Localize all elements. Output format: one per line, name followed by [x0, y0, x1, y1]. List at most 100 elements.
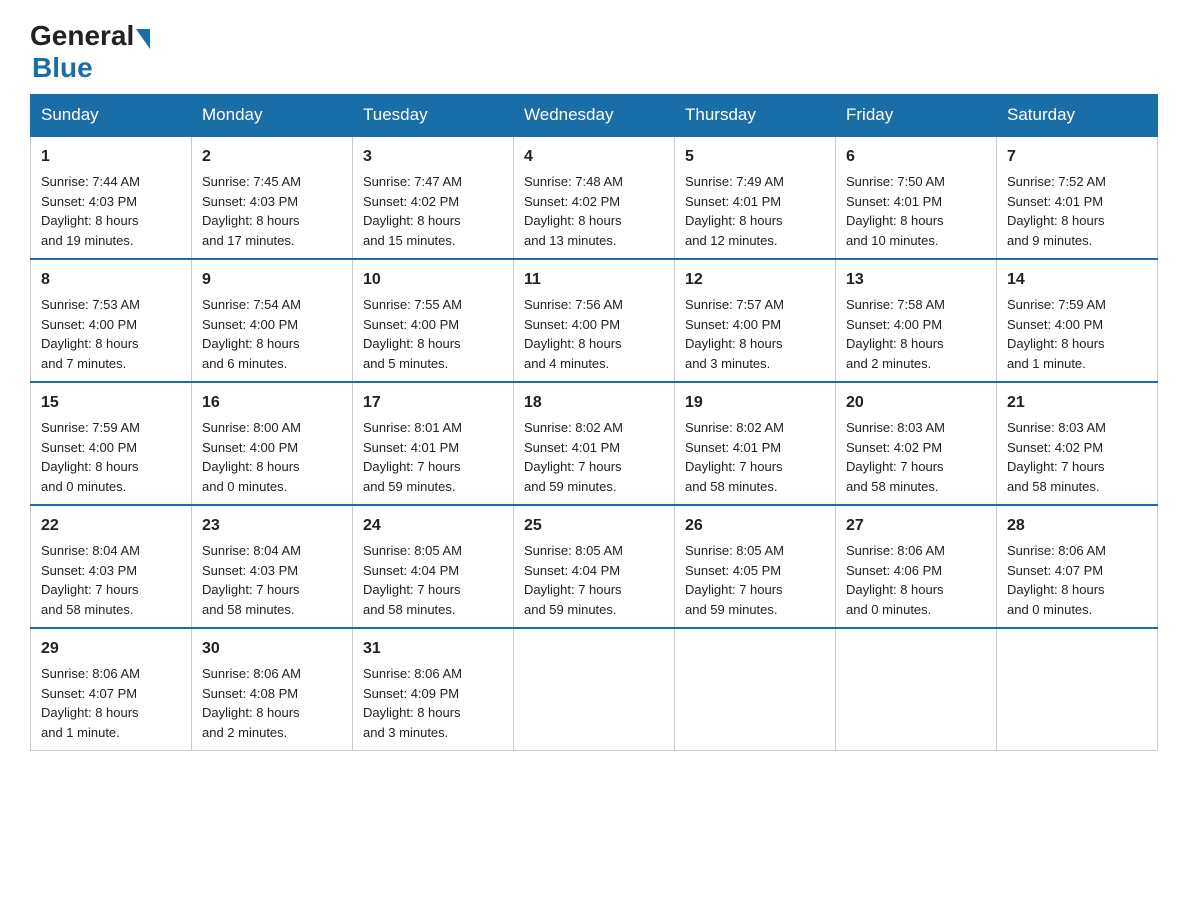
logo-blue-text: Blue — [32, 52, 93, 84]
calendar-day-cell — [514, 628, 675, 751]
day-number: 18 — [524, 391, 664, 415]
calendar-day-cell: 31 Sunrise: 8:06 AMSunset: 4:09 PMDaylig… — [353, 628, 514, 751]
day-info: Sunrise: 7:44 AMSunset: 4:03 PMDaylight:… — [41, 174, 140, 248]
calendar-day-cell: 22 Sunrise: 8:04 AMSunset: 4:03 PMDaylig… — [31, 505, 192, 628]
day-number: 10 — [363, 268, 503, 292]
day-info: Sunrise: 8:00 AMSunset: 4:00 PMDaylight:… — [202, 420, 301, 494]
logo-general-text: General — [30, 20, 134, 52]
day-info: Sunrise: 8:01 AMSunset: 4:01 PMDaylight:… — [363, 420, 462, 494]
calendar-week-row: 29 Sunrise: 8:06 AMSunset: 4:07 PMDaylig… — [31, 628, 1158, 751]
day-info: Sunrise: 8:05 AMSunset: 4:04 PMDaylight:… — [524, 543, 623, 617]
day-number: 1 — [41, 145, 181, 169]
day-number: 2 — [202, 145, 342, 169]
day-info: Sunrise: 7:45 AMSunset: 4:03 PMDaylight:… — [202, 174, 301, 248]
calendar-day-cell: 5 Sunrise: 7:49 AMSunset: 4:01 PMDayligh… — [675, 136, 836, 259]
day-number: 25 — [524, 514, 664, 538]
day-number: 15 — [41, 391, 181, 415]
calendar-day-cell: 15 Sunrise: 7:59 AMSunset: 4:00 PMDaylig… — [31, 382, 192, 505]
day-number: 23 — [202, 514, 342, 538]
calendar-day-cell: 10 Sunrise: 7:55 AMSunset: 4:00 PMDaylig… — [353, 259, 514, 382]
day-info: Sunrise: 7:54 AMSunset: 4:00 PMDaylight:… — [202, 297, 301, 371]
day-info: Sunrise: 7:47 AMSunset: 4:02 PMDaylight:… — [363, 174, 462, 248]
calendar-day-cell: 2 Sunrise: 7:45 AMSunset: 4:03 PMDayligh… — [192, 136, 353, 259]
weekday-header-wednesday: Wednesday — [514, 95, 675, 137]
day-number: 14 — [1007, 268, 1147, 292]
calendar-day-cell: 8 Sunrise: 7:53 AMSunset: 4:00 PMDayligh… — [31, 259, 192, 382]
day-info: Sunrise: 7:55 AMSunset: 4:00 PMDaylight:… — [363, 297, 462, 371]
weekday-header-tuesday: Tuesday — [353, 95, 514, 137]
logo-arrow-icon — [136, 29, 150, 49]
calendar-table: SundayMondayTuesdayWednesdayThursdayFrid… — [30, 94, 1158, 751]
day-number: 26 — [685, 514, 825, 538]
day-info: Sunrise: 8:04 AMSunset: 4:03 PMDaylight:… — [41, 543, 140, 617]
calendar-day-cell: 26 Sunrise: 8:05 AMSunset: 4:05 PMDaylig… — [675, 505, 836, 628]
calendar-week-row: 1 Sunrise: 7:44 AMSunset: 4:03 PMDayligh… — [31, 136, 1158, 259]
calendar-day-cell: 14 Sunrise: 7:59 AMSunset: 4:00 PMDaylig… — [997, 259, 1158, 382]
day-number: 12 — [685, 268, 825, 292]
day-number: 20 — [846, 391, 986, 415]
calendar-day-cell: 3 Sunrise: 7:47 AMSunset: 4:02 PMDayligh… — [353, 136, 514, 259]
page-header: General Blue — [30, 20, 1158, 84]
calendar-day-cell — [997, 628, 1158, 751]
calendar-header-row: SundayMondayTuesdayWednesdayThursdayFrid… — [31, 95, 1158, 137]
calendar-day-cell: 20 Sunrise: 8:03 AMSunset: 4:02 PMDaylig… — [836, 382, 997, 505]
day-number: 7 — [1007, 145, 1147, 169]
logo: General Blue — [30, 20, 150, 84]
calendar-day-cell: 1 Sunrise: 7:44 AMSunset: 4:03 PMDayligh… — [31, 136, 192, 259]
day-info: Sunrise: 8:02 AMSunset: 4:01 PMDaylight:… — [524, 420, 623, 494]
day-number: 29 — [41, 637, 181, 661]
calendar-day-cell: 24 Sunrise: 8:05 AMSunset: 4:04 PMDaylig… — [353, 505, 514, 628]
calendar-day-cell — [675, 628, 836, 751]
day-info: Sunrise: 8:02 AMSunset: 4:01 PMDaylight:… — [685, 420, 784, 494]
calendar-day-cell: 9 Sunrise: 7:54 AMSunset: 4:00 PMDayligh… — [192, 259, 353, 382]
day-number: 6 — [846, 145, 986, 169]
calendar-day-cell: 6 Sunrise: 7:50 AMSunset: 4:01 PMDayligh… — [836, 136, 997, 259]
calendar-day-cell: 21 Sunrise: 8:03 AMSunset: 4:02 PMDaylig… — [997, 382, 1158, 505]
day-number: 30 — [202, 637, 342, 661]
day-number: 19 — [685, 391, 825, 415]
day-number: 17 — [363, 391, 503, 415]
calendar-day-cell: 17 Sunrise: 8:01 AMSunset: 4:01 PMDaylig… — [353, 382, 514, 505]
day-info: Sunrise: 7:59 AMSunset: 4:00 PMDaylight:… — [41, 420, 140, 494]
day-info: Sunrise: 8:03 AMSunset: 4:02 PMDaylight:… — [846, 420, 945, 494]
day-info: Sunrise: 7:56 AMSunset: 4:00 PMDaylight:… — [524, 297, 623, 371]
day-number: 4 — [524, 145, 664, 169]
day-info: Sunrise: 7:48 AMSunset: 4:02 PMDaylight:… — [524, 174, 623, 248]
day-number: 13 — [846, 268, 986, 292]
calendar-day-cell: 12 Sunrise: 7:57 AMSunset: 4:00 PMDaylig… — [675, 259, 836, 382]
day-number: 8 — [41, 268, 181, 292]
weekday-header-monday: Monday — [192, 95, 353, 137]
day-number: 5 — [685, 145, 825, 169]
day-info: Sunrise: 8:06 AMSunset: 4:07 PMDaylight:… — [41, 666, 140, 740]
weekday-header-sunday: Sunday — [31, 95, 192, 137]
day-info: Sunrise: 8:03 AMSunset: 4:02 PMDaylight:… — [1007, 420, 1106, 494]
calendar-day-cell: 11 Sunrise: 7:56 AMSunset: 4:00 PMDaylig… — [514, 259, 675, 382]
calendar-day-cell: 16 Sunrise: 8:00 AMSunset: 4:00 PMDaylig… — [192, 382, 353, 505]
calendar-day-cell: 4 Sunrise: 7:48 AMSunset: 4:02 PMDayligh… — [514, 136, 675, 259]
day-number: 28 — [1007, 514, 1147, 538]
day-info: Sunrise: 7:58 AMSunset: 4:00 PMDaylight:… — [846, 297, 945, 371]
day-number: 11 — [524, 268, 664, 292]
day-info: Sunrise: 7:50 AMSunset: 4:01 PMDaylight:… — [846, 174, 945, 248]
calendar-day-cell — [836, 628, 997, 751]
weekday-header-saturday: Saturday — [997, 95, 1158, 137]
day-number: 22 — [41, 514, 181, 538]
day-info: Sunrise: 7:49 AMSunset: 4:01 PMDaylight:… — [685, 174, 784, 248]
calendar-week-row: 22 Sunrise: 8:04 AMSunset: 4:03 PMDaylig… — [31, 505, 1158, 628]
day-info: Sunrise: 8:06 AMSunset: 4:07 PMDaylight:… — [1007, 543, 1106, 617]
calendar-day-cell: 25 Sunrise: 8:05 AMSunset: 4:04 PMDaylig… — [514, 505, 675, 628]
calendar-day-cell: 13 Sunrise: 7:58 AMSunset: 4:00 PMDaylig… — [836, 259, 997, 382]
day-info: Sunrise: 7:52 AMSunset: 4:01 PMDaylight:… — [1007, 174, 1106, 248]
calendar-day-cell: 30 Sunrise: 8:06 AMSunset: 4:08 PMDaylig… — [192, 628, 353, 751]
day-number: 24 — [363, 514, 503, 538]
day-number: 3 — [363, 145, 503, 169]
calendar-day-cell: 19 Sunrise: 8:02 AMSunset: 4:01 PMDaylig… — [675, 382, 836, 505]
day-info: Sunrise: 7:57 AMSunset: 4:00 PMDaylight:… — [685, 297, 784, 371]
day-number: 9 — [202, 268, 342, 292]
day-info: Sunrise: 7:59 AMSunset: 4:00 PMDaylight:… — [1007, 297, 1106, 371]
weekday-header-thursday: Thursday — [675, 95, 836, 137]
day-info: Sunrise: 8:05 AMSunset: 4:04 PMDaylight:… — [363, 543, 462, 617]
day-info: Sunrise: 8:04 AMSunset: 4:03 PMDaylight:… — [202, 543, 301, 617]
calendar-week-row: 8 Sunrise: 7:53 AMSunset: 4:00 PMDayligh… — [31, 259, 1158, 382]
calendar-day-cell: 27 Sunrise: 8:06 AMSunset: 4:06 PMDaylig… — [836, 505, 997, 628]
